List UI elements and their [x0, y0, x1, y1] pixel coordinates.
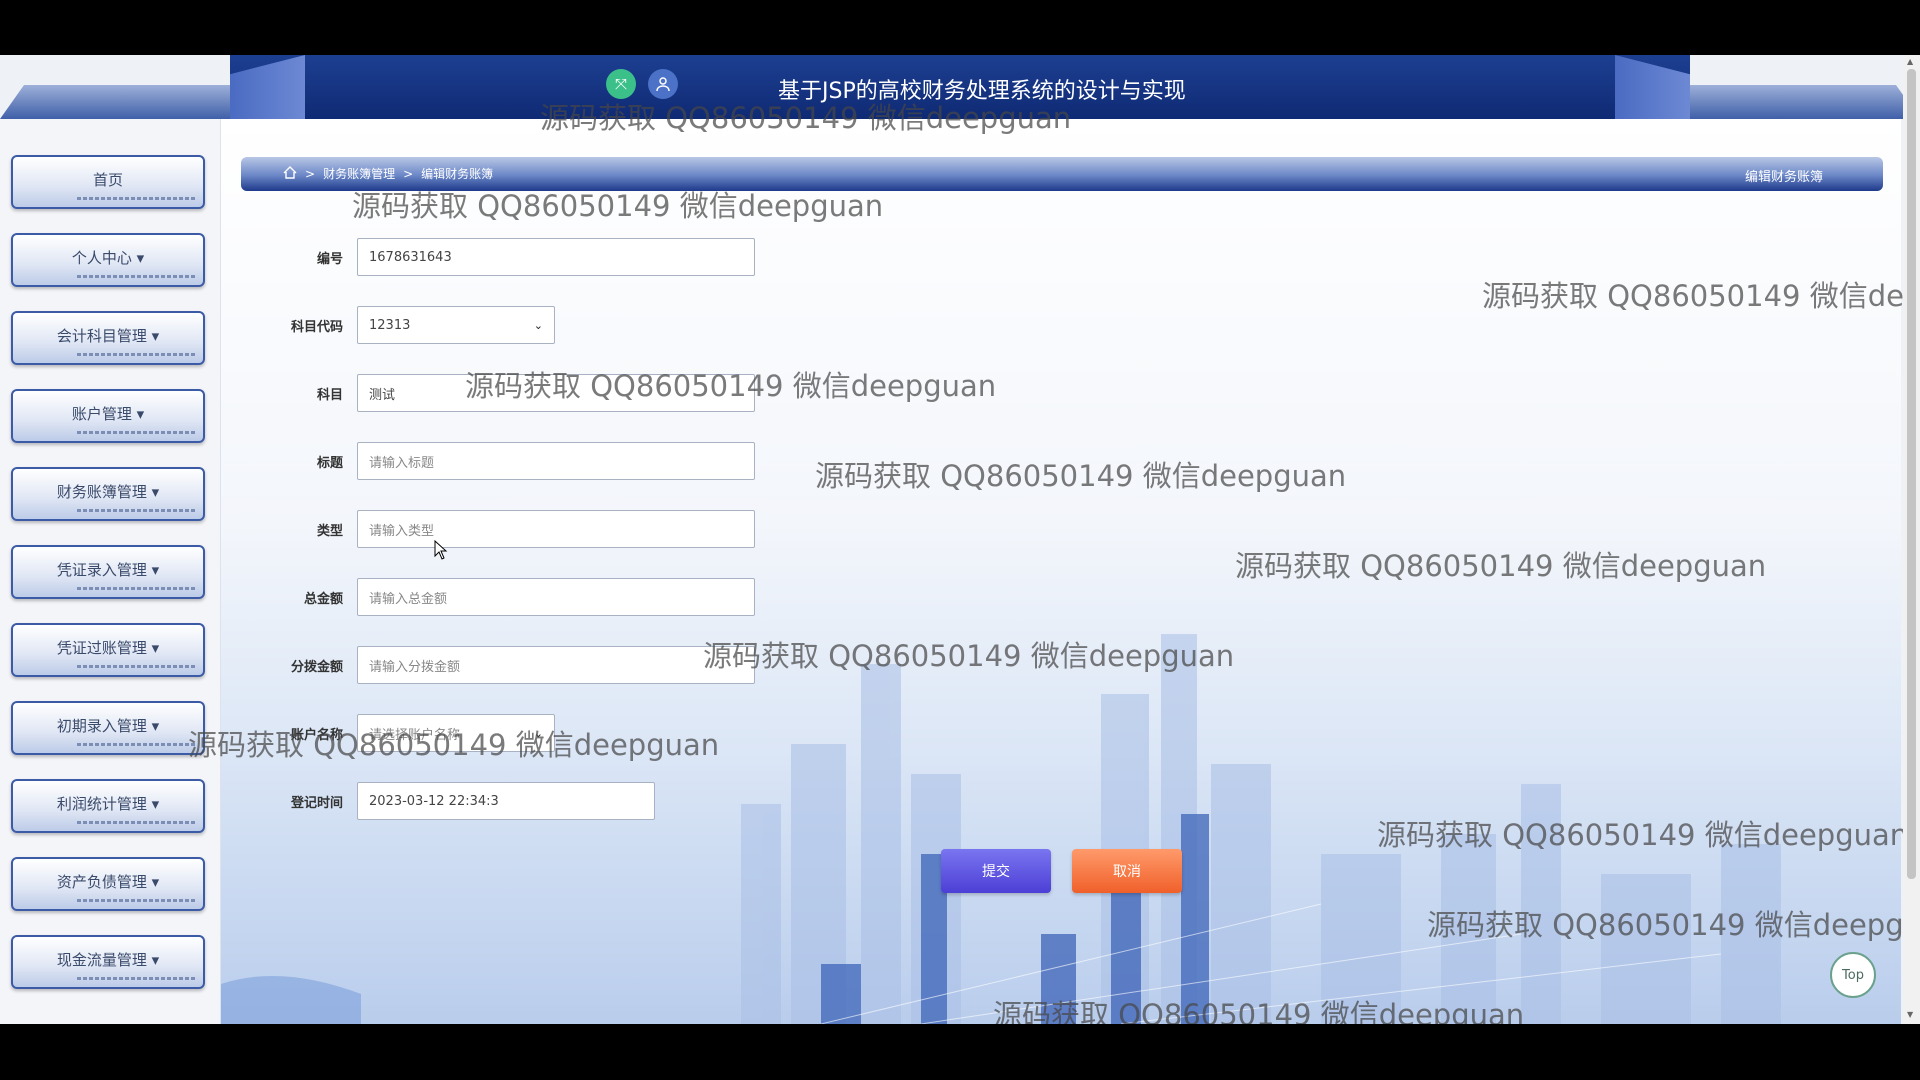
breadcrumb: > 财务账簿管理 > 编辑财务账簿 编辑财务账簿 — [241, 157, 1883, 191]
cancel-button[interactable]: 取消 — [1072, 849, 1182, 893]
sidebar-item-personal-center[interactable]: 个人中心 ▾ — [11, 233, 205, 287]
sidebar-item-ledger[interactable]: 财务账簿管理 ▾ — [11, 467, 205, 521]
total-amount-input[interactable]: 请输入总金额 — [357, 578, 755, 616]
chevron-down-icon: ⌄ — [533, 726, 543, 740]
form-row-type: 类型 请输入类型 — [251, 510, 755, 548]
sidebar-item-label: 个人中心 ▾ — [71, 248, 145, 267]
allocated-label: 分拨金额 — [290, 659, 343, 675]
type-input[interactable]: 请输入类型 — [357, 510, 755, 548]
form-row-id: 编号 1678631643 — [251, 238, 755, 276]
reg-time-field[interactable]: 2023-03-12 22:34:3 — [357, 782, 655, 820]
reg-time-label: 登记时间 — [290, 795, 343, 811]
sidebar-item-label: 现金流量管理 ▾ — [56, 950, 160, 969]
form-row-account-name: 账户名称 请选择账户名称 ⌄ — [251, 714, 555, 752]
top-header: ⤧ 基于JSP的高校财务处理系统的设计与实现 — [0, 55, 1920, 119]
subject-code-select[interactable]: 12313 ⌄ — [357, 306, 555, 344]
breadcrumb-sep: > — [403, 166, 414, 181]
sidebar-item-initial-entry[interactable]: 初期录入管理 ▾ — [11, 701, 205, 755]
app-window: ⤧ 基于JSP的高校财务处理系统的设计与实现 首页 个人中心 ▾ 会计科目管理 … — [0, 55, 1920, 1024]
form-row-subject: 科目 测试 — [251, 374, 755, 412]
sidebar-item-label: 财务账簿管理 ▾ — [56, 482, 160, 501]
sidebar-item-label: 账户管理 ▾ — [71, 404, 145, 423]
fullscreen-icon[interactable]: ⤧ — [606, 69, 636, 99]
subject-code-label: 科目代码 — [290, 319, 343, 335]
vertical-scrollbar[interactable]: ▲ ▼ — [1903, 55, 1920, 1024]
scroll-down-arrow-icon[interactable]: ▼ — [1907, 1010, 1913, 1019]
subject-code-value: 12313 — [369, 317, 411, 333]
mouse-cursor-icon — [434, 540, 448, 560]
user-icon[interactable] — [648, 69, 678, 99]
scrollbar-thumb[interactable] — [1907, 69, 1916, 879]
sidebar-item-profit-stats[interactable]: 利润统计管理 ▾ — [11, 779, 205, 833]
sidebar-item-label: 凭证过账管理 ▾ — [56, 638, 160, 657]
breadcrumb-level2: 编辑财务账簿 — [421, 167, 494, 181]
total-label: 总金额 — [303, 591, 343, 607]
sidebar-item-accounting-subjects[interactable]: 会计科目管理 ▾ — [11, 311, 205, 365]
section-title: 编辑财务账簿 — [1744, 170, 1823, 185]
form-row-allocated: 分拨金额 请输入分拨金额 — [251, 646, 755, 684]
subject-field[interactable]: 测试 — [357, 374, 755, 412]
title-label: 标题 — [316, 455, 343, 471]
title-input[interactable]: 请输入标题 — [357, 442, 755, 480]
sidebar-item-label: 利润统计管理 ▾ — [56, 794, 160, 813]
sidebar-item-label: 资产负债管理 ▾ — [56, 872, 160, 891]
sidebar-item-label: 初期录入管理 ▾ — [56, 716, 160, 735]
page-title: 基于JSP的高校财务处理系统的设计与实现 — [778, 79, 1186, 104]
account-name-select[interactable]: 请选择账户名称 ⌄ — [357, 714, 555, 752]
home-icon[interactable] — [283, 165, 297, 182]
form-row-total: 总金额 请输入总金额 — [251, 578, 755, 616]
breadcrumb-sep: > — [305, 166, 316, 181]
form-row-subject-code: 科目代码 12313 ⌄ — [251, 306, 555, 344]
account-name-label: 账户名称 — [290, 727, 343, 743]
back-to-top-button[interactable]: Top — [1830, 952, 1876, 998]
sidebar: 首页 个人中心 ▾ 会计科目管理 ▾ 账户管理 ▾ 财务账簿管理 ▾ 凭证录入管… — [0, 119, 221, 1024]
account-name-placeholder: 请选择账户名称 — [369, 727, 461, 743]
submit-button[interactable]: 提交 — [941, 849, 1051, 893]
breadcrumb-level1[interactable]: 财务账簿管理 — [323, 165, 395, 182]
sidebar-item-home[interactable]: 首页 — [11, 155, 205, 209]
id-field[interactable]: 1678631643 — [357, 238, 755, 276]
sidebar-item-voucher-entry[interactable]: 凭证录入管理 ▾ — [11, 545, 205, 599]
sidebar-item-voucher-posting[interactable]: 凭证过账管理 ▾ — [11, 623, 205, 677]
subject-label: 科目 — [316, 387, 343, 403]
allocated-amount-input[interactable]: 请输入分拨金额 — [357, 646, 755, 684]
form-row-title: 标题 请输入标题 — [251, 442, 755, 480]
sidebar-item-label: 首页 — [92, 170, 123, 189]
main-content: > 财务账簿管理 > 编辑财务账簿 编辑财务账簿 编号 1678631643 科… — [221, 119, 1901, 1024]
scroll-up-arrow-icon[interactable]: ▲ — [1907, 57, 1913, 66]
sidebar-item-cash-flow[interactable]: 现金流量管理 ▾ — [11, 935, 205, 989]
sidebar-item-accounts[interactable]: 账户管理 ▾ — [11, 389, 205, 443]
form-row-reg-time: 登记时间 2023-03-12 22:34:3 — [251, 782, 655, 820]
sidebar-item-label: 凭证录入管理 ▾ — [56, 560, 160, 579]
type-label: 类型 — [316, 523, 343, 539]
chevron-down-icon: ⌄ — [533, 318, 543, 332]
id-label: 编号 — [316, 251, 343, 267]
sidebar-item-label: 会计科目管理 ▾ — [56, 326, 160, 345]
sidebar-item-balance-sheet[interactable]: 资产负债管理 ▾ — [11, 857, 205, 911]
